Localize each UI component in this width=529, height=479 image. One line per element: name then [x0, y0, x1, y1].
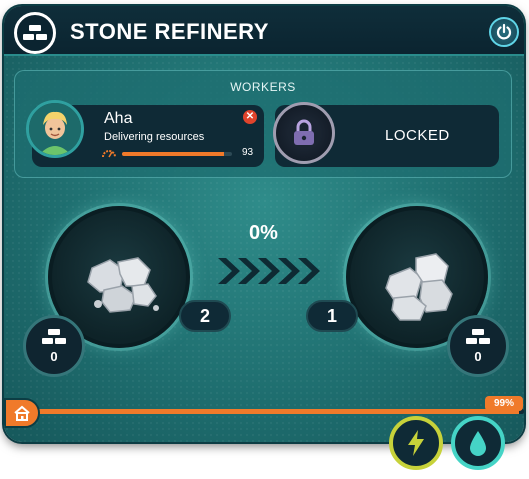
water-button[interactable]	[451, 416, 505, 470]
worker-slot-aha[interactable]: Aha Delivering resources ✕ 93	[26, 100, 264, 167]
workers-section: WORKERS Aha Delivering resources ✕ 93 LO…	[14, 70, 512, 178]
chevron-right-icon	[218, 258, 320, 284]
worker-value: 93	[242, 147, 254, 158]
production-progress-label: 0%	[249, 222, 278, 244]
water-drop-icon	[470, 431, 486, 456]
home-button[interactable]	[4, 398, 40, 428]
worker-avatar-icon	[26, 100, 84, 158]
lightning-bolt-icon	[408, 430, 424, 456]
input-stock-value: 0	[50, 348, 58, 364]
speed-gauge-icon	[102, 150, 116, 158]
building-title: STONE REFINERY	[70, 19, 269, 44]
output-count: 1	[306, 300, 358, 332]
bricks-icon	[14, 12, 56, 54]
worker-progress-fill	[122, 152, 225, 156]
home-icon	[14, 405, 30, 421]
capacity-label: 99%	[485, 396, 523, 411]
capacity-fill	[18, 409, 519, 414]
padlock-icon	[273, 102, 335, 164]
output-stock-value: 0	[474, 348, 482, 364]
workers-label: WORKERS	[230, 80, 296, 94]
worker-progress-bar	[122, 152, 232, 156]
worker-slot-locked[interactable]: LOCKED	[273, 102, 499, 167]
worker-name: Aha	[104, 110, 133, 127]
worker-status: Delivering resources	[104, 131, 205, 143]
power-button[interactable]	[489, 17, 519, 47]
output-stock-indicator: 0	[447, 315, 509, 377]
power-icon	[496, 23, 512, 40]
remove-worker-close-icon[interactable]: ✕	[243, 110, 257, 124]
building-panel: STONE REFINERY WORKERS Aha Delivering re…	[4, 6, 524, 442]
energy-button[interactable]	[389, 416, 443, 470]
input-count: 2	[179, 300, 231, 332]
title-bar: STONE REFINERY	[4, 6, 524, 56]
capacity-bar	[18, 409, 524, 414]
bricks-icon	[466, 328, 490, 344]
input-stock-indicator: 0	[23, 315, 85, 377]
locked-label: LOCKED	[385, 127, 450, 144]
bricks-icon	[42, 328, 66, 344]
